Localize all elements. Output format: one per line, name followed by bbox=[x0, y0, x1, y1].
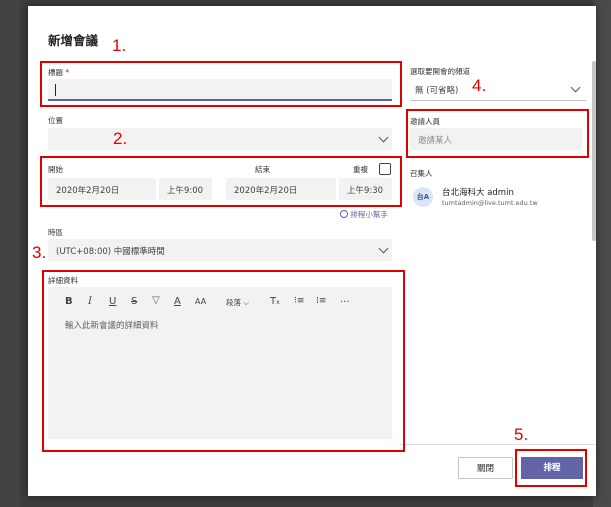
annotation-box-3 bbox=[42, 270, 405, 452]
channel-value: 無 (可省略) bbox=[415, 86, 459, 96]
footer-divider bbox=[400, 444, 596, 445]
timezone-label: 時區 bbox=[48, 228, 63, 237]
location-label: 位置 bbox=[48, 116, 63, 125]
channel-select[interactable]: 無 (可省略) bbox=[410, 78, 586, 101]
background-left bbox=[0, 0, 20, 507]
scheduling-assistant-text: 排程小幫手 bbox=[350, 210, 388, 219]
annotation-box-1 bbox=[40, 61, 402, 107]
close-button[interactable]: 關閉 bbox=[458, 457, 513, 479]
chevron-down-icon bbox=[378, 132, 389, 143]
scheduling-assistant-link[interactable]: 排程小幫手 bbox=[340, 209, 388, 220]
channel-label: 選取要開會的頻道 bbox=[410, 67, 470, 76]
location-select[interactable] bbox=[48, 128, 392, 150]
annotation-number-1: 1. bbox=[112, 36, 127, 55]
chevron-down-icon bbox=[570, 82, 581, 93]
chevron-down-icon bbox=[378, 243, 389, 254]
organizer-name: 台北海科大 admin bbox=[442, 188, 514, 198]
organizer-label: 召集人 bbox=[410, 169, 433, 178]
annotation-box-5 bbox=[515, 449, 587, 487]
avatar: 台A bbox=[413, 187, 433, 207]
organizer-email: tumtadmin@live.tumt.edu.tw bbox=[442, 199, 538, 207]
annotation-box-4 bbox=[406, 109, 589, 158]
scrollbar[interactable] bbox=[592, 61, 596, 241]
dialog-title: 新增會議 bbox=[48, 33, 99, 48]
annotation-number-4: 4. bbox=[472, 76, 487, 95]
annotation-number-2: 2. bbox=[113, 129, 128, 148]
timezone-select[interactable]: (UTC+08:00) 中國標準時間 bbox=[48, 239, 392, 261]
timezone-value: (UTC+08:00) 中國標準時間 bbox=[56, 247, 165, 257]
annotation-number-3: 3. bbox=[32, 243, 47, 262]
annotation-box-2 bbox=[40, 156, 402, 207]
annotation-number-5: 5. bbox=[514, 425, 529, 444]
clock-icon bbox=[340, 210, 348, 218]
